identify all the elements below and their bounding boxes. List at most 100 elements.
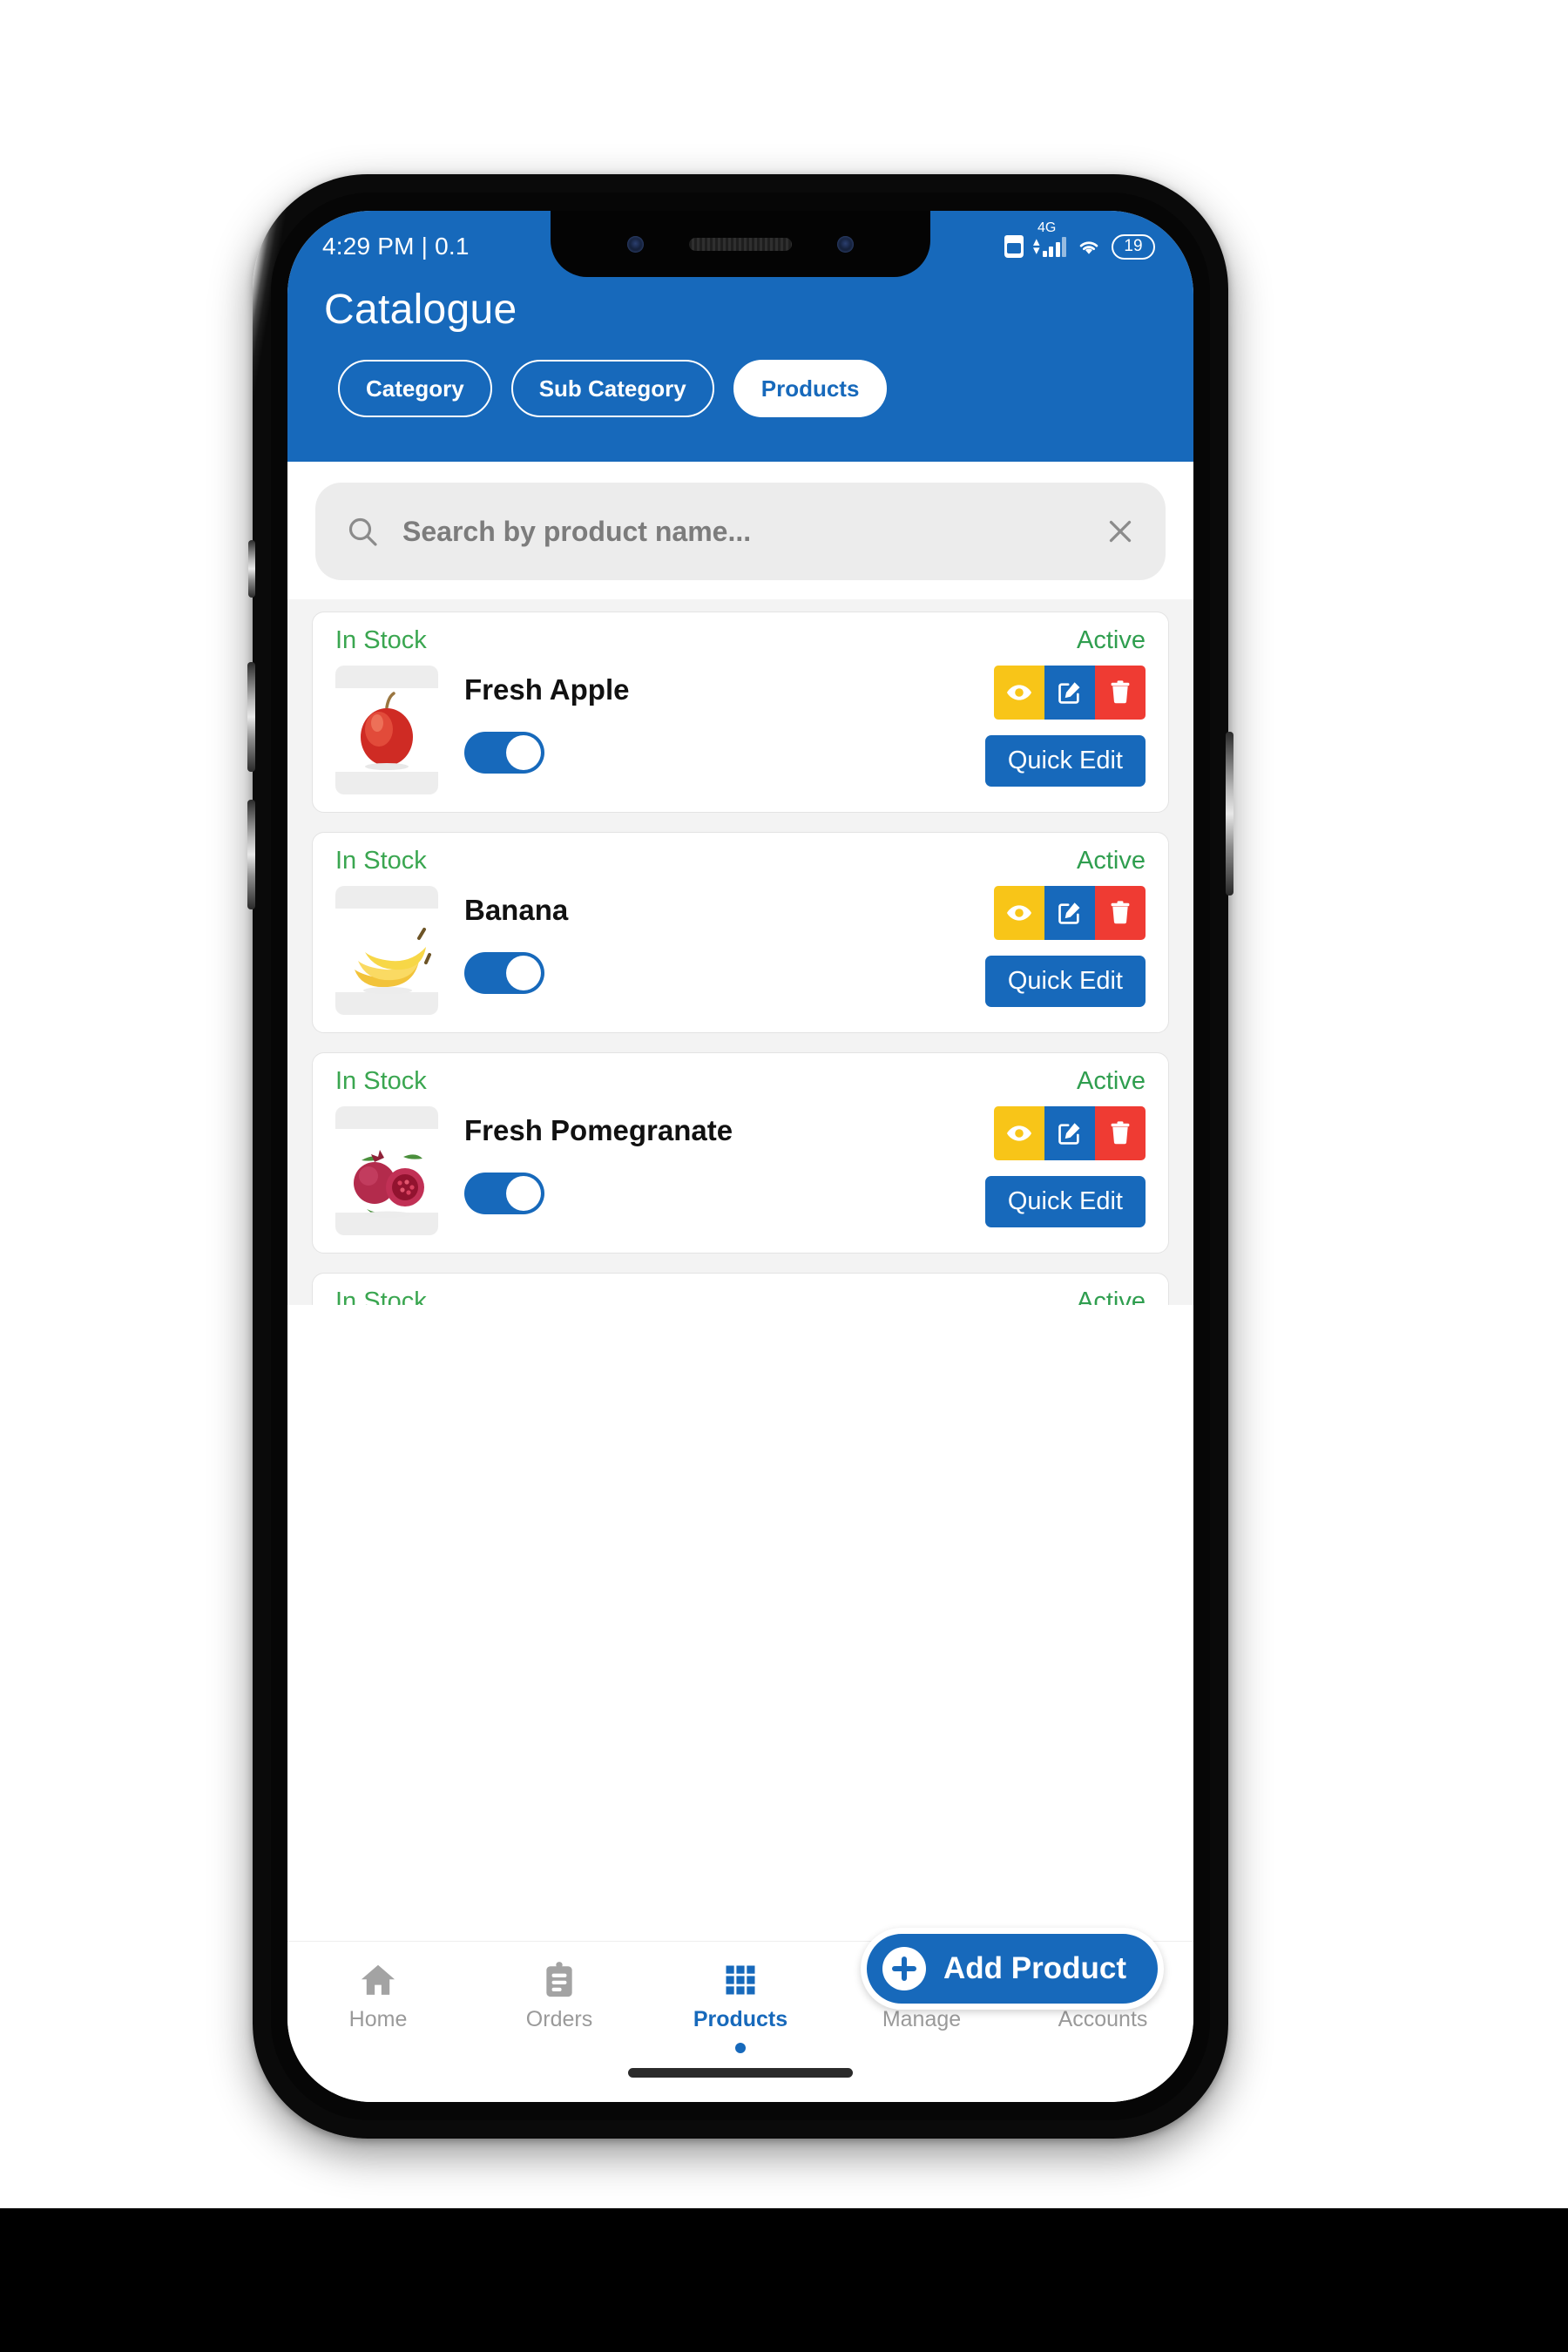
pomegranate-icon [354, 1150, 424, 1218]
trash-icon [1111, 680, 1130, 704]
card-main: Fresh Apple [438, 660, 985, 774]
volume-down-button[interactable] [247, 800, 255, 909]
product-card[interactable]: In Stock Active [312, 1273, 1169, 1305]
nav-label-home: Home [348, 2007, 408, 2031]
status-bar-indicators: 4G ▴ ▾ 19 [1004, 220, 1155, 260]
card-main: Fresh Pomegranate [438, 1101, 985, 1215]
action-icon-group [994, 666, 1146, 720]
edit-product-button[interactable] [1044, 666, 1095, 720]
nav-label-orders: Orders [525, 2007, 593, 2031]
search-input[interactable]: Search by product name... [402, 516, 1082, 548]
nav-item-products[interactable]: Products [650, 1961, 831, 2053]
card-top-line: In Stock Active [335, 1288, 1146, 1305]
power-button[interactable] [1226, 732, 1233, 896]
product-card[interactable]: In Stock Active [312, 612, 1169, 813]
network-type-label: 4G [1037, 220, 1057, 235]
status-bar-time: 4:29 PM | 0.1 [322, 233, 470, 260]
eye-icon [1007, 905, 1031, 921]
tab-products[interactable]: Products [733, 360, 888, 417]
quick-edit-button[interactable]: Quick Edit [984, 735, 1146, 787]
action-icon-group [994, 886, 1146, 940]
card-body: Fresh Apple Quick Edit [335, 660, 1146, 794]
nav-item-home[interactable]: Home [287, 1961, 469, 2032]
add-product-label: Add Product [943, 1951, 1126, 1985]
edit-square-icon [1058, 1123, 1080, 1145]
edit-square-icon [1058, 902, 1080, 924]
card-body: Banana Quick Edit [335, 881, 1146, 1015]
card-top-line: In Stock Active [335, 1067, 1146, 1096]
page-bottom-band [0, 2208, 1568, 2352]
phone-device-frame: 4:29 PM | 0.1 4G ▴ ▾ 19 Catalogue Catego… [247, 174, 1233, 2139]
card-actions: Quick Edit [984, 1101, 1146, 1227]
volume-up-button[interactable] [247, 662, 255, 772]
tab-sub-category[interactable]: Sub Category [510, 360, 714, 417]
wifi-icon [1079, 241, 1098, 254]
search-icon [348, 517, 377, 546]
view-product-button[interactable] [994, 886, 1044, 940]
stock-badge: In Stock [335, 1067, 427, 1095]
close-icon[interactable] [1105, 516, 1136, 547]
card-actions: Quick Edit [984, 660, 1146, 787]
banana-icon [355, 928, 431, 994]
home-indicator[interactable] [628, 2068, 853, 2078]
product-list[interactable]: In Stock Active Fresh Apple Quick Edit I… [287, 599, 1193, 1305]
view-product-button[interactable] [994, 666, 1044, 720]
card-actions: Quick Edit [984, 881, 1146, 1007]
edit-square-icon [1058, 682, 1080, 704]
search-section: Search by product name... [287, 462, 1193, 599]
stock-badge: In Stock [335, 1288, 427, 1305]
stock-badge: In Stock [335, 847, 427, 875]
sim-card-icon [1004, 235, 1024, 258]
product-card[interactable]: In Stock Active [312, 832, 1169, 1033]
nav-label-manage: Manage [882, 2007, 962, 2031]
nav-item-orders[interactable]: Orders [469, 1961, 650, 2032]
stock-badge: In Stock [335, 626, 427, 654]
product-name: Banana [464, 894, 569, 926]
quick-edit-button[interactable]: Quick Edit [984, 956, 1146, 1007]
active-tab-indicator-dot [735, 2043, 746, 2053]
product-thumbnail[interactable] [335, 1106, 438, 1235]
eye-icon [1007, 685, 1031, 700]
product-enable-toggle[interactable] [464, 952, 544, 995]
eye-icon [1007, 1125, 1031, 1141]
grid-icon [726, 1965, 755, 1995]
product-name: Fresh Apple [464, 673, 630, 706]
product-enable-toggle[interactable] [464, 732, 544, 774]
add-product-button[interactable]: Add Product [861, 1928, 1164, 2010]
battery-icon: 19 [1112, 233, 1155, 260]
nav-label-accounts: Accounts [1058, 2007, 1148, 2031]
tab-category[interactable]: Category [338, 360, 492, 417]
product-card[interactable]: In Stock Active [312, 1052, 1169, 1254]
trash-icon [1111, 901, 1130, 924]
delete-product-button[interactable] [1095, 1106, 1146, 1160]
quick-edit-button[interactable]: Quick Edit [984, 1176, 1146, 1227]
action-icon-group [994, 1106, 1146, 1160]
clipboard-icon [546, 1962, 572, 1997]
edit-product-button[interactable] [1044, 1106, 1095, 1160]
front-camera-icon [627, 235, 644, 253]
delete-product-button[interactable] [1095, 886, 1146, 940]
status-badge: Active [1077, 1067, 1146, 1095]
product-enable-toggle[interactable] [464, 1173, 544, 1215]
front-sensor-icon [837, 235, 854, 253]
home-icon [361, 1964, 395, 1995]
earpiece-speaker-icon [689, 237, 792, 251]
status-badge: Active [1077, 1288, 1146, 1305]
product-name: Fresh Pomegranate [464, 1114, 733, 1146]
view-product-button[interactable] [994, 1106, 1044, 1160]
mute-switch[interactable] [248, 540, 255, 598]
edit-product-button[interactable] [1044, 886, 1095, 940]
phone-screen: 4:29 PM | 0.1 4G ▴ ▾ 19 Catalogue Catego… [287, 211, 1193, 2102]
data-transfer-arrows-icon: ▴ ▾ [1032, 233, 1040, 258]
device-notch [551, 211, 930, 277]
status-badge: Active [1077, 626, 1146, 654]
delete-product-button[interactable] [1095, 666, 1146, 720]
apple-icon [361, 692, 413, 770]
card-main: Banana [438, 881, 985, 995]
product-thumbnail[interactable] [335, 666, 438, 794]
catalogue-tab-row: Category Sub Category Products [287, 334, 1193, 417]
trash-icon [1111, 1121, 1130, 1145]
product-thumbnail[interactable] [335, 886, 438, 1015]
search-bar[interactable]: Search by product name... [315, 483, 1166, 580]
signal-bars-icon [1042, 236, 1066, 257]
